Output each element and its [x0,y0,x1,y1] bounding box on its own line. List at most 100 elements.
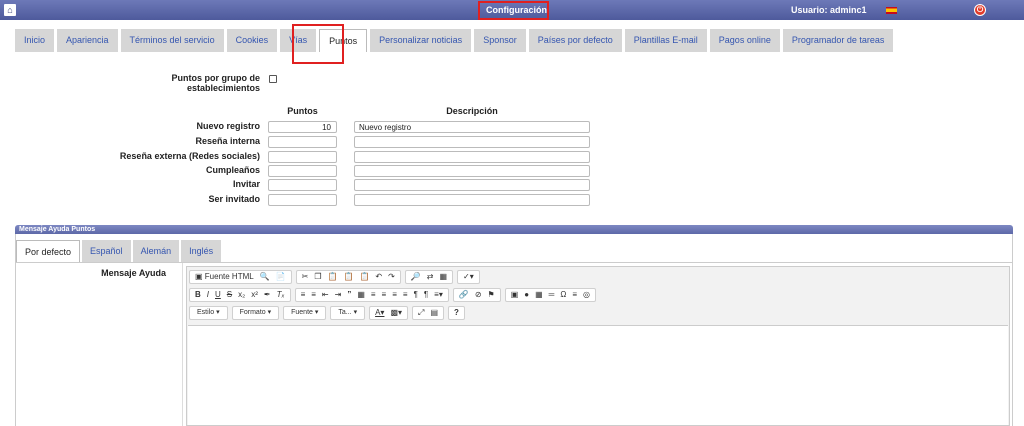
description-input[interactable] [354,136,590,148]
points-input[interactable] [268,165,337,177]
toolbar-group: A▾ ▩▾ [369,306,409,320]
points-input[interactable]: 10 [268,121,337,133]
special-char-icon[interactable]: Ω [557,289,569,301]
subtab-aleman[interactable]: Alemán [132,240,180,262]
redo-icon[interactable]: ↷ [385,271,398,283]
description-input[interactable] [354,165,590,177]
description-input[interactable] [354,179,590,191]
power-icon[interactable]: ⏻ [974,4,986,16]
remove-format-icon[interactable]: Tₓ [274,289,288,301]
home-icon[interactable]: ⌂ [4,4,16,16]
toolbar-group: Fuente [283,306,327,320]
tab-highlight-box [292,24,344,64]
copy-icon[interactable]: ❐ [311,271,324,283]
tab-apariencia[interactable]: Apariencia [57,29,118,52]
font-dropdown[interactable]: Fuente [286,307,323,319]
points-input[interactable] [268,151,337,163]
format-dropdown[interactable]: Formato [235,307,277,319]
toolbar-group: ▣ Fuente HTML 🔍 📄 [189,270,292,284]
horizontal-rule-icon[interactable]: ═ [546,289,558,301]
tab-pagos[interactable]: Pagos online [709,29,780,52]
iframe-icon[interactable]: ◎ [580,289,593,301]
tab-cookies[interactable]: Cookies [226,29,278,52]
tab-sponsor[interactable]: Sponsor [474,29,526,52]
preview-icon[interactable]: 🔍 [257,271,273,283]
subtab-ingles[interactable]: Inglés [181,240,222,262]
toolbar-row-3: Estilo Formato Fuente Ta... A▾ ▩▾ ⤢ ▤ ? [187,305,469,321]
outdent-icon[interactable]: ⇤ [319,289,332,301]
bullet-list-icon[interactable]: ≡ [308,289,319,301]
superscript-icon[interactable]: x² [248,289,261,301]
language-icon[interactable]: ≡▾ [431,289,446,301]
justify-icon[interactable]: ≡ [400,289,411,301]
underline-icon[interactable]: U [212,289,224,301]
templates-icon[interactable]: 📄 [273,271,289,283]
points-input[interactable] [268,179,337,191]
row-label: Reseña interna [195,136,260,146]
blockquote-icon[interactable]: ” [344,289,354,301]
select-all-icon[interactable]: ▦ [436,271,450,283]
message-label: Mensaje Ayuda [101,268,166,278]
toolbar-group: ✓▾ [457,270,480,284]
italic-icon[interactable]: I [204,289,212,301]
size-dropdown[interactable]: Ta... [333,307,362,319]
cut-icon[interactable]: ✂ [299,271,312,283]
subtab-espanol[interactable]: Español [82,240,131,262]
ltr-icon[interactable]: ¶ [411,289,421,301]
page-break-icon[interactable]: ≡ [569,289,580,301]
row-label: Invitar [232,179,260,189]
bg-color-icon[interactable]: ▩▾ [387,307,405,319]
subtab-default[interactable]: Por defecto [16,240,81,262]
div-icon[interactable]: ▦ [354,289,368,301]
undo-icon[interactable]: ↶ [372,271,385,283]
divider [16,262,1013,263]
language-tabs: Por defecto Español Alemán Inglés [16,240,223,262]
source-html-button[interactable]: ▣ Fuente HTML [192,271,257,283]
points-input[interactable] [268,136,337,148]
title-highlight-box [478,1,549,20]
tab-inicio[interactable]: Inicio [15,29,55,52]
paste-word-icon[interactable]: 📋 [356,271,372,283]
show-blocks-icon[interactable]: ▤ [427,307,441,319]
style-dropdown[interactable]: Estilo [192,307,225,319]
anchor-icon[interactable]: ⚑ [485,289,498,301]
flash-icon[interactable]: ● [521,289,532,301]
indent-icon[interactable]: ⇥ [332,289,345,301]
description-input[interactable] [354,151,590,163]
description-input[interactable]: Nuevo registro [354,121,590,133]
align-center-icon[interactable]: ≡ [379,289,390,301]
help-icon[interactable]: ? [451,307,462,319]
group-points-checkbox[interactable] [269,75,277,83]
align-left-icon[interactable]: ≡ [368,289,379,301]
find-icon[interactable]: 🔎 [408,271,424,283]
align-right-icon[interactable]: ≡ [389,289,400,301]
tab-programador[interactable]: Programador de tareas [782,29,894,52]
text-color-icon[interactable]: A▾ [372,307,387,319]
toolbar-group: 🔎 ⇄ ▦ [404,270,454,284]
paste-icon[interactable]: 📋 [325,271,341,283]
rtl-icon[interactable]: ¶ [421,289,431,301]
toolbar-group: ≡ ≡ ⇤ ⇥ ” ▦ ≡ ≡ ≡ ≡ ¶ ¶ ≡▾ [294,288,449,302]
replace-icon[interactable]: ⇄ [424,271,437,283]
strikethrough-icon[interactable]: S [224,289,235,301]
bold-icon[interactable]: B [192,289,204,301]
tab-plantillas[interactable]: Plantillas E-mail [624,29,707,52]
spain-flag-icon[interactable] [886,7,897,14]
image-icon[interactable]: ▣ [508,289,522,301]
link-icon[interactable]: 🔗 [456,289,472,301]
tab-paises[interactable]: Países por defecto [528,29,622,52]
unlink-icon[interactable]: ⊘ [472,289,485,301]
description-input[interactable] [354,194,590,206]
tab-personalizar-noticias[interactable]: Personalizar noticias [370,29,472,52]
paste-text-icon[interactable]: 📋 [340,271,356,283]
maximize-icon[interactable]: ⤢ [415,307,427,319]
subscript-icon[interactable]: x₂ [235,289,248,301]
points-input[interactable] [268,194,337,206]
table-icon[interactable]: ▦ [532,289,546,301]
tab-terminos[interactable]: Términos del servicio [120,29,224,52]
spellcheck-icon[interactable]: ✓▾ [460,271,477,283]
numbered-list-icon[interactable]: ≡ [298,289,309,301]
toolbar-group: Formato [231,306,280,320]
copy-format-icon[interactable]: ✒ [261,289,274,301]
editor-content-area[interactable] [188,325,1008,425]
